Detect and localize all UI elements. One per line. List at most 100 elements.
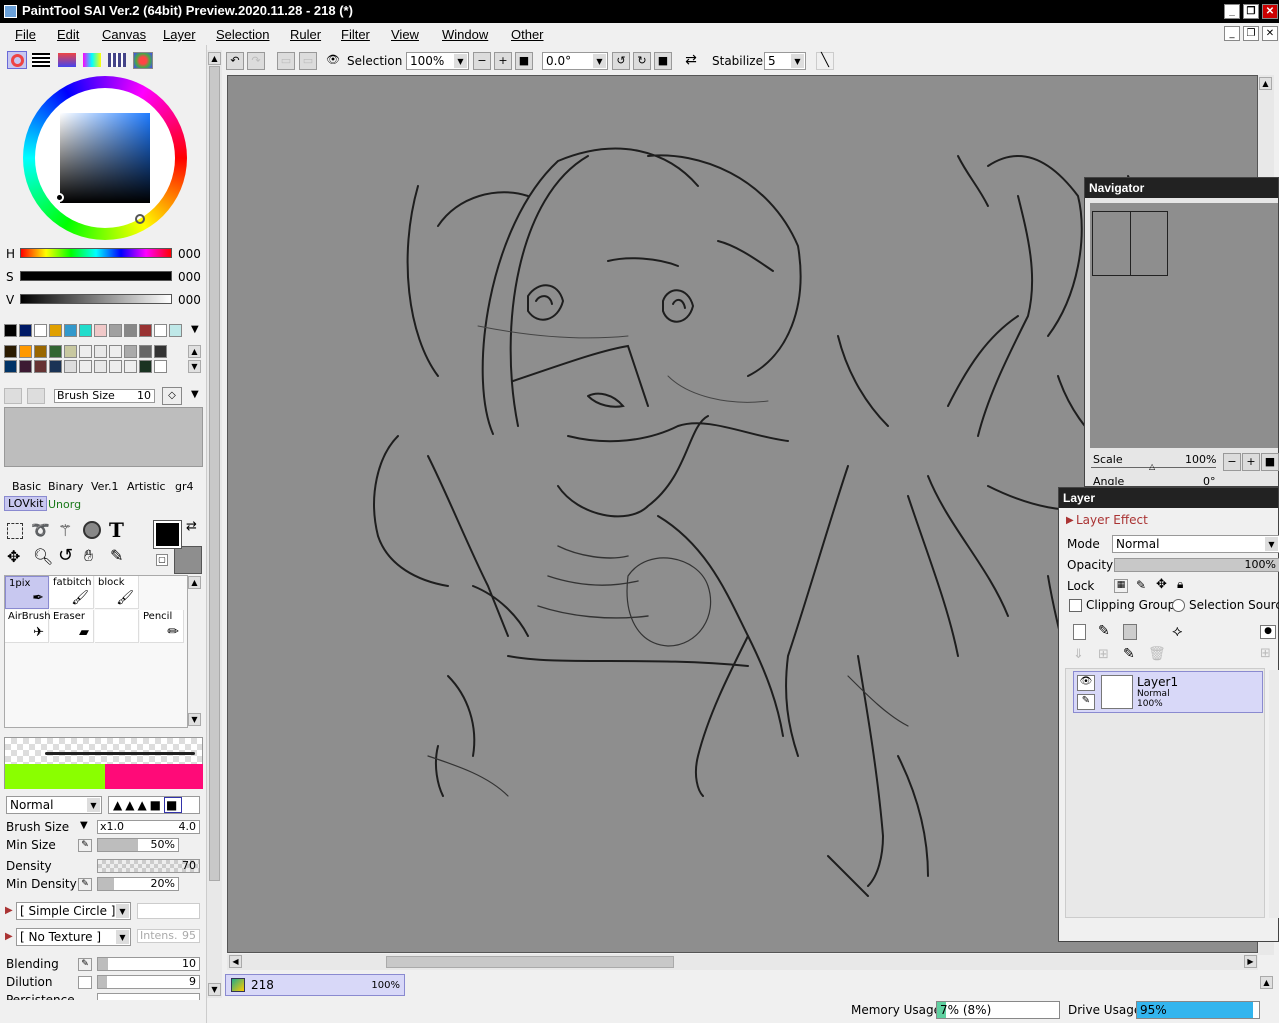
eye-icon[interactable]: 👁︎ bbox=[324, 52, 342, 70]
restore-button[interactable]: ❐ bbox=[1243, 4, 1259, 19]
menu-layer[interactable]: Layer bbox=[163, 27, 196, 42]
document-tab[interactable]: 218 100% bbox=[225, 974, 405, 996]
tab-ver1[interactable]: Ver.1 bbox=[91, 480, 118, 493]
menu-selection[interactable]: Selection bbox=[216, 27, 269, 42]
brush-1pix[interactable]: 1pix ✒ bbox=[5, 576, 49, 609]
undo-icon[interactable]: ↶ bbox=[226, 52, 244, 70]
preset-brush-size-field[interactable]: Brush Size 10 bbox=[54, 389, 155, 403]
value-slider[interactable] bbox=[20, 294, 172, 304]
selection-source-radio[interactable] bbox=[1172, 599, 1185, 612]
scroll-down-icon[interactable]: ▼ bbox=[208, 983, 221, 996]
palette-swatch[interactable] bbox=[49, 360, 62, 373]
gradation-mode-icon[interactable] bbox=[83, 53, 101, 67]
brush-fatbitch[interactable]: fatbitch 🖌︎ bbox=[50, 576, 94, 609]
new-linework-layer-icon[interactable]: ✎ bbox=[1098, 623, 1110, 639]
status-scroll-up-icon[interactable]: ▲ bbox=[1260, 976, 1273, 989]
hscroll-right-icon[interactable]: ▶ bbox=[1244, 955, 1257, 968]
min-size-slider[interactable]: 50% bbox=[97, 838, 179, 852]
palette-swatch[interactable] bbox=[19, 345, 32, 358]
palette-swatch[interactable] bbox=[139, 345, 152, 358]
lock-transparency-icon[interactable]: ▦ bbox=[1114, 579, 1128, 593]
palette-swatch[interactable] bbox=[4, 345, 17, 358]
layer-opacity-slider[interactable]: 100% bbox=[1114, 558, 1279, 572]
palette-scroll-up-icon[interactable]: ▲ bbox=[188, 345, 201, 358]
close-button[interactable]: ✕ bbox=[1262, 4, 1278, 19]
layer-effect-expand-icon[interactable]: ▶ bbox=[1066, 515, 1074, 526]
palette-swatch[interactable] bbox=[154, 324, 167, 337]
brush-size-dropdown-icon[interactable]: ▼ bbox=[80, 820, 88, 831]
brush-block[interactable]: block 🖌︎ bbox=[95, 576, 139, 609]
palette-swatch[interactable] bbox=[79, 345, 92, 358]
palette-swatch[interactable] bbox=[139, 324, 152, 337]
menu-file[interactable]: File bbox=[15, 27, 36, 42]
foreground-color-swatch[interactable] bbox=[153, 520, 182, 549]
deselect-icon[interactable]: ▭ bbox=[277, 52, 295, 70]
doc-minimize-button[interactable]: _ bbox=[1224, 26, 1240, 41]
scratchpad-mode-icon[interactable] bbox=[133, 52, 153, 69]
brush-empty[interactable] bbox=[95, 610, 139, 643]
new-layer-icon[interactable] bbox=[1073, 624, 1086, 640]
palette-swatch[interactable] bbox=[169, 324, 182, 337]
brush-eraser[interactable]: Eraser ▰ bbox=[50, 610, 94, 643]
stabilizer-select[interactable]: 5 ▼ bbox=[764, 52, 806, 70]
preset-eraser-icon[interactable]: ◇ bbox=[162, 387, 182, 405]
palette-swatch[interactable] bbox=[109, 324, 122, 337]
palette-swatch[interactable] bbox=[79, 324, 92, 337]
menu-window[interactable]: Window bbox=[442, 27, 488, 42]
lasso-select-icon[interactable]: ➰ bbox=[31, 523, 50, 539]
palette-swatch[interactable] bbox=[34, 345, 47, 358]
canvas-horizontal-scrollbar[interactable]: ◀ ▶ bbox=[227, 954, 1258, 970]
brush-scroll-down-icon[interactable]: ▼ bbox=[188, 713, 201, 726]
zoom-reset-icon[interactable]: ■ bbox=[515, 52, 533, 70]
lock-move-icon[interactable]: ✥ bbox=[1156, 577, 1167, 592]
text-tool-icon[interactable]: T bbox=[109, 518, 124, 542]
min-size-pressure-icon[interactable]: ✎ bbox=[78, 839, 92, 852]
blending-pressure-icon[interactable]: ✎ bbox=[78, 958, 92, 971]
minimize-button[interactable]: _ bbox=[1224, 4, 1240, 19]
menu-view[interactable]: View bbox=[391, 27, 419, 42]
color-wheel-mode-icon[interactable] bbox=[7, 51, 27, 69]
invert-selection-icon[interactable]: ▭ bbox=[299, 52, 317, 70]
scale-slider-thumb[interactable]: △ bbox=[1149, 462, 1155, 471]
tab-binary[interactable]: Binary bbox=[48, 480, 83, 493]
menu-filter[interactable]: Filter bbox=[341, 27, 370, 42]
scroll-thumb[interactable] bbox=[209, 66, 220, 881]
dilution-slider[interactable]: 9 bbox=[97, 975, 200, 989]
saturation-slider[interactable] bbox=[20, 271, 172, 281]
palette-swatch[interactable] bbox=[109, 345, 122, 358]
rgb-slider-mode-icon[interactable] bbox=[32, 53, 50, 67]
brush-preset-area[interactable] bbox=[4, 407, 203, 467]
shape-expand-icon[interactable]: ▶ bbox=[5, 905, 13, 916]
rotate-reset-icon[interactable]: ■ bbox=[654, 52, 672, 70]
scroll-up-icon[interactable]: ▲ bbox=[208, 52, 221, 65]
layer-effect-stamp-icon[interactable]: ⟡ bbox=[1172, 621, 1183, 641]
palette-swatch[interactable] bbox=[139, 360, 152, 373]
swap-colors-icon[interactable]: ⇄ bbox=[186, 519, 197, 534]
palette-swatch[interactable] bbox=[109, 360, 122, 373]
layer-row[interactable]: 👁︎ ✎ Layer1 Normal 100% bbox=[1073, 671, 1263, 713]
brush-airbrush[interactable]: AirBrush ✈ bbox=[5, 610, 51, 643]
brush-pencil[interactable]: Pencil ✏ bbox=[140, 610, 184, 643]
tab-lovkit[interactable]: LOVkit bbox=[4, 496, 48, 511]
transparent-color-icon[interactable]: ▢ bbox=[156, 554, 168, 566]
background-color-swatch[interactable] bbox=[174, 546, 202, 574]
palette-swatch[interactable] bbox=[124, 360, 137, 373]
clear-layer-icon[interactable]: ✎ bbox=[1123, 646, 1135, 662]
undo-preset-icon[interactable] bbox=[4, 388, 22, 404]
palette-swatch[interactable] bbox=[64, 360, 77, 373]
hscroll-left-icon[interactable]: ◀ bbox=[229, 955, 242, 968]
palette-swatch[interactable] bbox=[64, 324, 77, 337]
menu-other[interactable]: Other bbox=[511, 27, 544, 42]
zoom-in-icon[interactable]: + bbox=[494, 52, 512, 70]
palette-swatch[interactable] bbox=[124, 345, 137, 358]
layer-list-scrollbar[interactable] bbox=[1269, 670, 1279, 918]
tab-artistic[interactable]: Artistic bbox=[127, 480, 166, 493]
lock-all-icon[interactable]: 🔒︎ bbox=[1177, 577, 1183, 592]
clipping-group-checkbox[interactable] bbox=[1069, 599, 1082, 612]
min-density-slider[interactable]: 20% bbox=[97, 877, 179, 891]
blending-slider[interactable]: 10 bbox=[97, 957, 200, 971]
move-tool-icon[interactable]: ✥ bbox=[7, 547, 20, 566]
hue-slider[interactable] bbox=[20, 248, 172, 258]
layer-mask-apply-icon[interactable]: ⊞ bbox=[1260, 646, 1271, 661]
redo-preset-icon[interactable] bbox=[27, 388, 45, 404]
